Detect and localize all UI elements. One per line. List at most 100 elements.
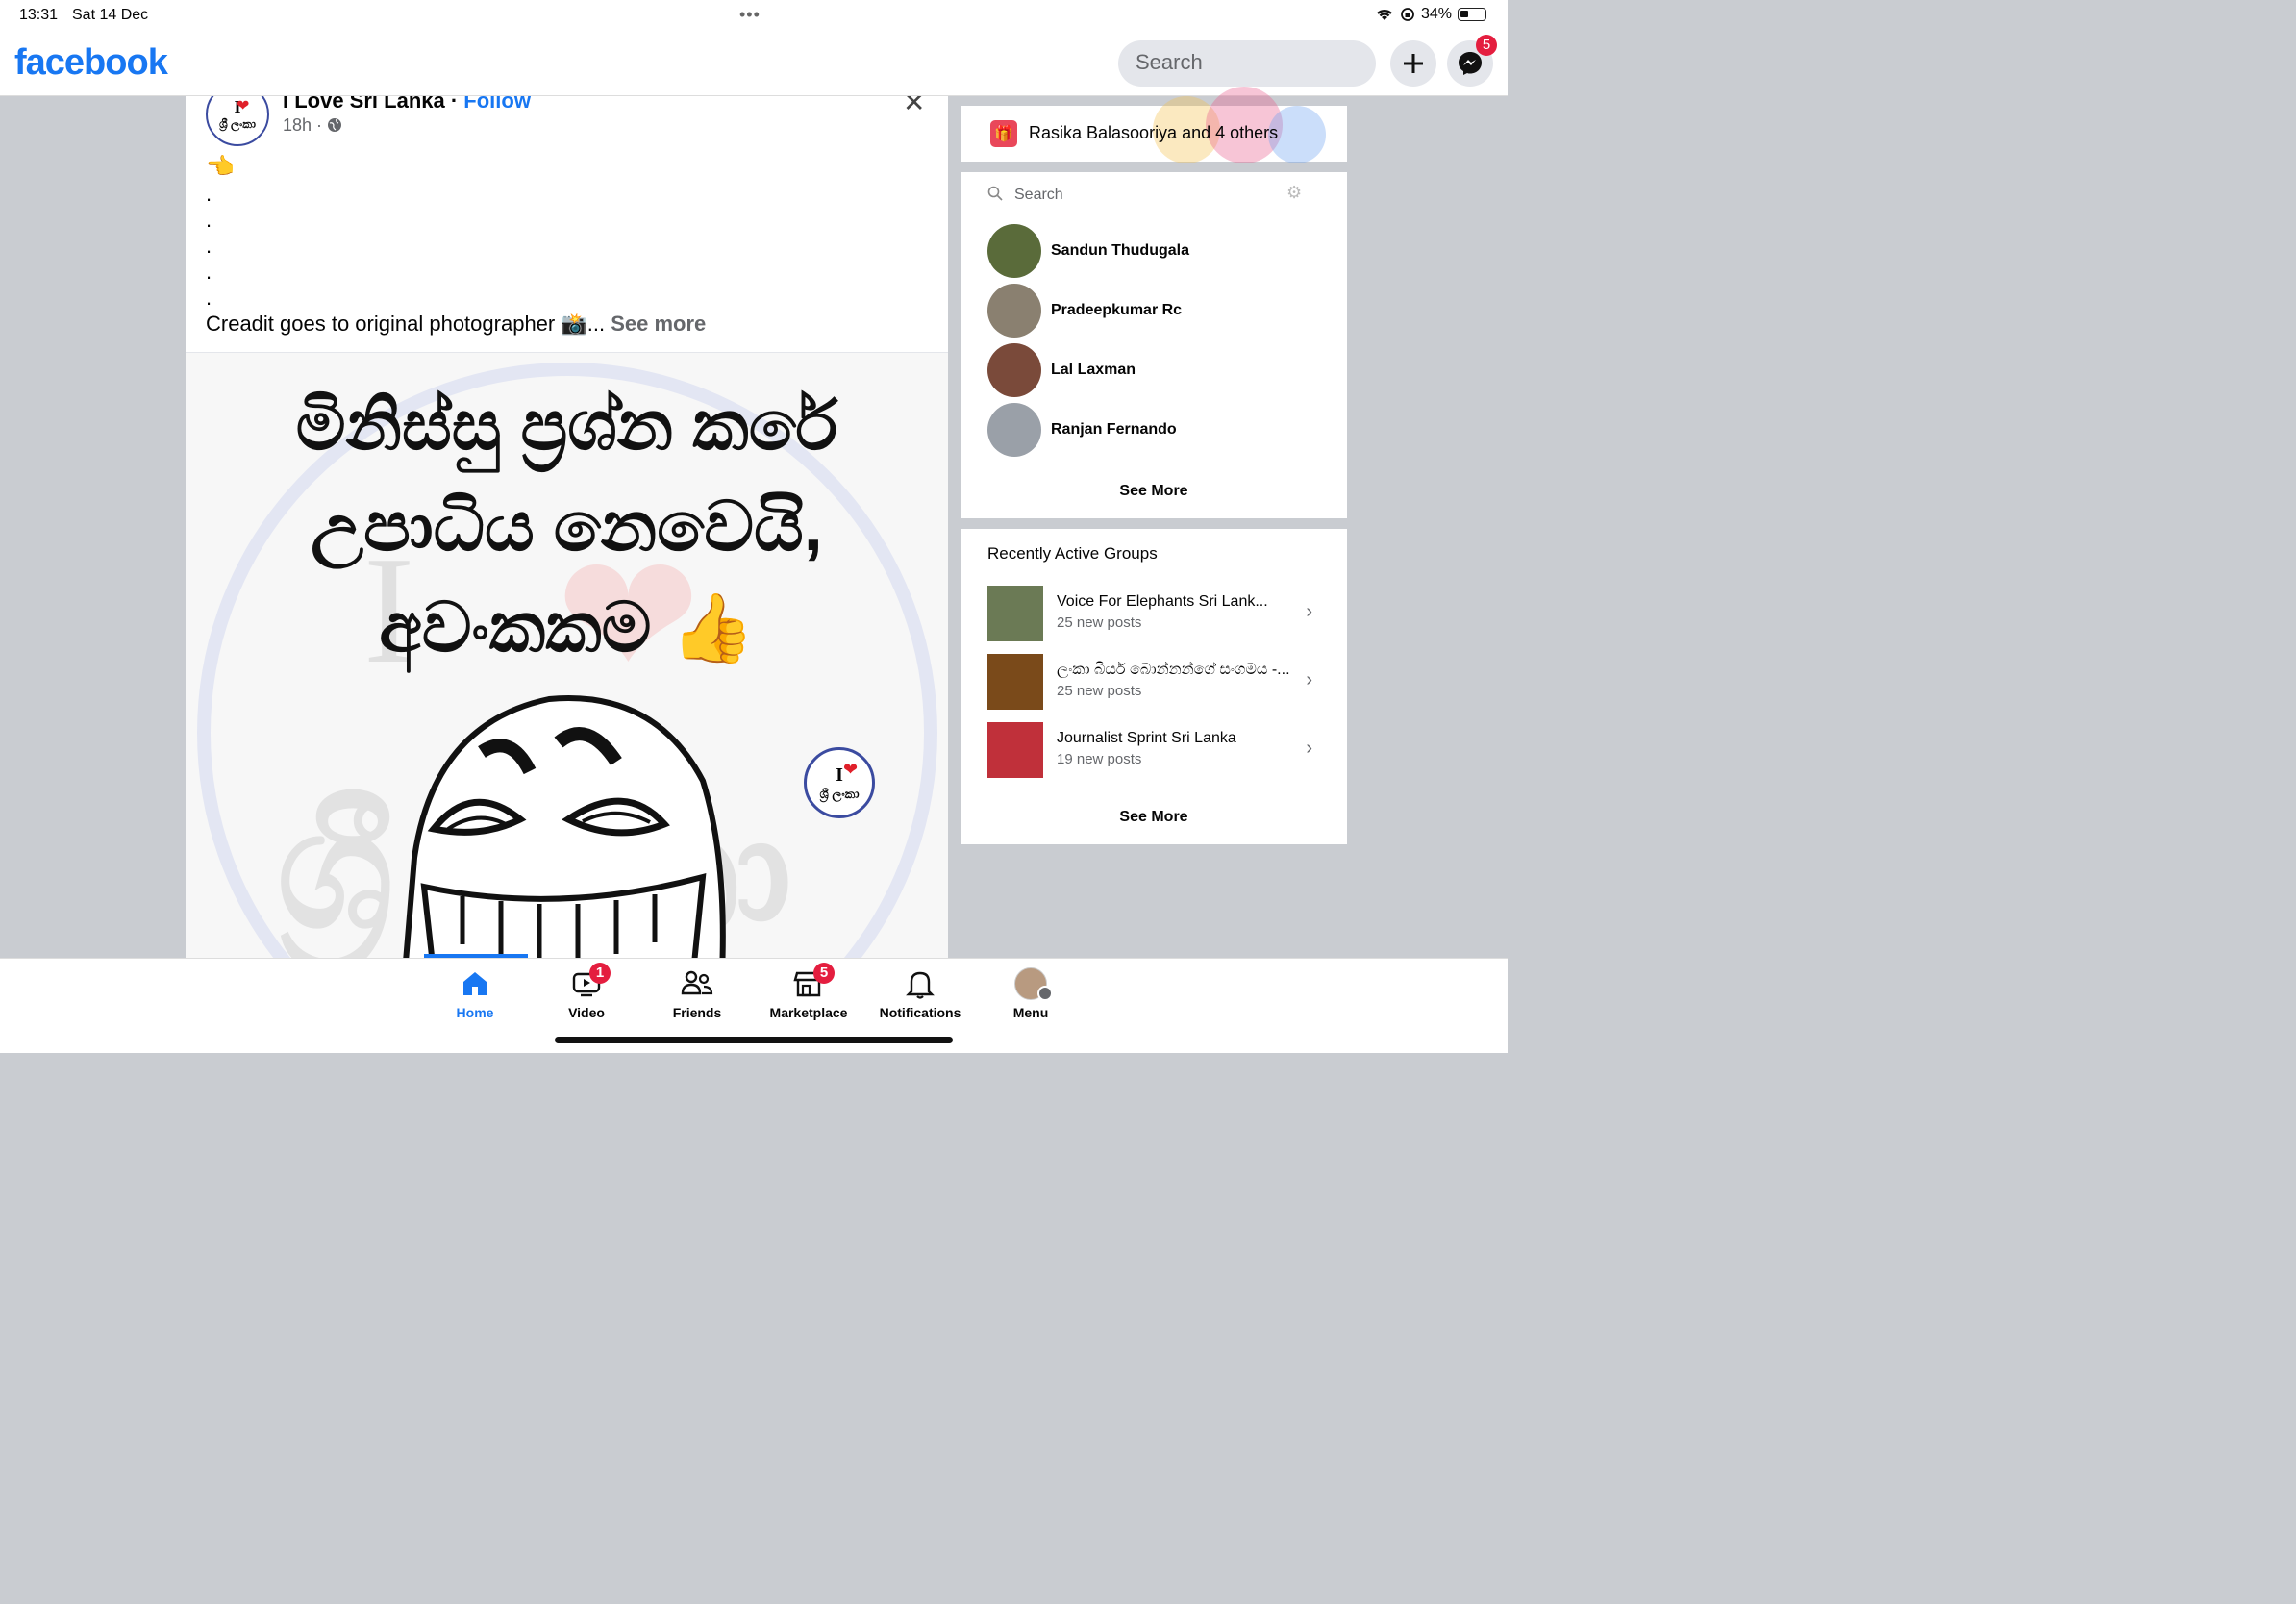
birthday-card[interactable]: 🎁 Rasika Balasooriya and 4 others [961, 87, 1347, 163]
dot-line: . [206, 182, 212, 206]
post-image[interactable]: I ❤ ශ්‍රී ලංකා මිනිස්සු ප්‍රශ්න කරේ උපාධ… [186, 352, 948, 958]
status-time: 13:31 [19, 7, 59, 23]
contact-item[interactable]: Ranjan Fernando [987, 403, 1177, 457]
caption-ellipsis: ... [586, 312, 611, 336]
birthday-connector: and [1177, 123, 1216, 142]
home-icon [463, 972, 487, 995]
tab-label: Menu [1012, 1005, 1049, 1020]
bottom-tab-bar: Home 1 Video Friends 5 Marketplace Notif… [0, 958, 1508, 1053]
group-thumbnail [987, 586, 1043, 641]
tab-marketplace[interactable]: 5 Marketplace [756, 963, 861, 1020]
post-caption: Creadit goes to original photographer 📸 [206, 312, 587, 336]
contacts-search-placeholder: Search [1014, 187, 1063, 203]
birthday-others: 4 others [1215, 123, 1279, 142]
avatar [987, 284, 1041, 338]
plus-icon [1404, 54, 1423, 73]
chevron-right-icon: › [1306, 738, 1312, 759]
image-text-line-3: අවංකකම 👍 [186, 589, 948, 669]
search-input[interactable]: Search [1118, 40, 1376, 87]
contact-item[interactable]: Lal Laxman [987, 343, 1136, 397]
contacts-see-more-button[interactable]: See More [961, 483, 1347, 500]
avatar [987, 343, 1041, 397]
globe-icon [328, 118, 342, 132]
battery-percent: 34% [1420, 6, 1452, 22]
avatar-text: ශ්‍රී ලංකා [219, 117, 256, 131]
image-page-logo: I ❤ ශ්‍රී ලංකා [804, 747, 875, 818]
status-date: Sat 14 Dec [72, 7, 149, 23]
contact-name: Lal Laxman [1051, 362, 1136, 378]
group-new-posts: 19 new posts [1057, 751, 1142, 767]
multitasking-dots-icon[interactable]: ••• [739, 5, 761, 25]
orientation-lock-icon [1401, 8, 1414, 21]
menu-icon [1037, 986, 1053, 1001]
contact-name: Sandun Thudugala [1051, 242, 1189, 259]
group-item[interactable]: Voice For Elephants Sri Lank... 25 new p… [987, 586, 1314, 641]
messenger-badge: 5 [1476, 35, 1497, 56]
pointing-emoji: 👈 [206, 154, 235, 180]
facebook-logo[interactable]: facebook [14, 42, 168, 84]
post-time-text: 18h · [283, 115, 328, 135]
groups-see-more-button[interactable]: See More [961, 809, 1347, 826]
home-indicator[interactable] [555, 1037, 953, 1043]
group-item[interactable]: Journalist Sprint Sri Lanka 19 new posts… [987, 722, 1314, 778]
create-button[interactable] [1390, 40, 1436, 87]
group-thumbnail [987, 722, 1043, 778]
messenger-button[interactable]: 5 [1447, 35, 1497, 87]
dot-line: . [206, 208, 212, 232]
tab-label: Home [456, 1005, 494, 1020]
group-thumbnail [987, 654, 1043, 710]
friends-icon [681, 970, 713, 995]
tab-label: Friends [672, 1005, 722, 1020]
tab-video[interactable]: 1 Video [534, 963, 639, 1020]
wifi-icon [1377, 9, 1392, 20]
image-text-line-3-text: අවංකකම [379, 589, 652, 666]
meme-face-drawing [403, 695, 726, 958]
contact-name: Pradeepkumar Rc [1051, 302, 1183, 318]
post-timestamp[interactable]: 18h · [283, 115, 342, 136]
gear-icon[interactable]: ⚙ [1286, 183, 1302, 203]
chevron-right-icon: › [1306, 669, 1312, 690]
group-name: ලංකා බියර් බොන්නන්ගේ සංගමය -... [1057, 662, 1290, 678]
mini-logo-letter: I [836, 764, 843, 786]
status-icons: 34% [1375, 6, 1486, 23]
contacts-search[interactable]: Search [987, 186, 1063, 204]
status-bar: 13:31 Sat 14 Dec ••• 34% [0, 0, 1508, 31]
follow-button[interactable]: Follow [463, 96, 531, 113]
tab-home[interactable]: Home [422, 966, 528, 1020]
dot-line: . [206, 260, 212, 284]
contact-item[interactable]: Sandun Thudugala [987, 224, 1189, 278]
heart-icon: ❤ [237, 98, 250, 114]
tab-label: Marketplace [769, 1005, 848, 1020]
see-more-link[interactable]: See more [611, 312, 706, 336]
group-name: Journalist Sprint Sri Lanka [1057, 730, 1236, 746]
groups-card: Recently Active Groups Voice For Elephan… [961, 529, 1347, 844]
battery-icon [1458, 8, 1486, 21]
post-caption-line: Creadit goes to original photographer 📸.… [206, 311, 706, 338]
search-icon [987, 186, 1003, 201]
post-options-icon[interactable]: ••• [849, 96, 865, 102]
tab-menu[interactable]: Menu [978, 966, 1084, 1020]
dot-line: . [206, 286, 212, 310]
post-text: 👈 . . . . . Creadit goes to original pho… [206, 154, 706, 338]
contact-name: Ranjan Fernando [1051, 421, 1177, 438]
mini-logo-text: ශ්‍රී ලංකා [819, 786, 860, 801]
avatar [987, 224, 1041, 278]
birthday-text: Rasika Balasooriya and 4 others [1029, 123, 1278, 143]
contacts-card: Search ⚙ Sandun Thudugala Pradeepkumar R… [961, 172, 1347, 518]
bell-icon [906, 971, 935, 999]
tab-friends[interactable]: Friends [644, 966, 750, 1020]
marketplace-badge: 5 [813, 963, 835, 984]
close-icon[interactable]: ✕ [903, 96, 925, 118]
tab-notifications[interactable]: Notifications [867, 966, 973, 1020]
dot-line: . [206, 234, 212, 258]
group-item[interactable]: ලංකා බියර් බොන්නන්ගේ සංගමය -... 25 new p… [987, 654, 1314, 710]
top-navigation-bar: facebook Search 5 [0, 31, 1508, 96]
video-badge: 1 [589, 963, 611, 984]
birthday-name: Rasika Balasooriya [1029, 123, 1178, 142]
thumbs-up-emoji: 👍 [670, 590, 755, 665]
contact-item[interactable]: Pradeepkumar Rc [987, 284, 1182, 338]
page-name-link[interactable]: I Love Sri Lanka [283, 96, 445, 113]
post-header: I Love Sri Lanka · Follow [283, 96, 531, 113]
group-new-posts: 25 new posts [1057, 683, 1142, 699]
page-avatar[interactable]: I ❤ ශ්‍රී ලංකා [206, 96, 269, 146]
